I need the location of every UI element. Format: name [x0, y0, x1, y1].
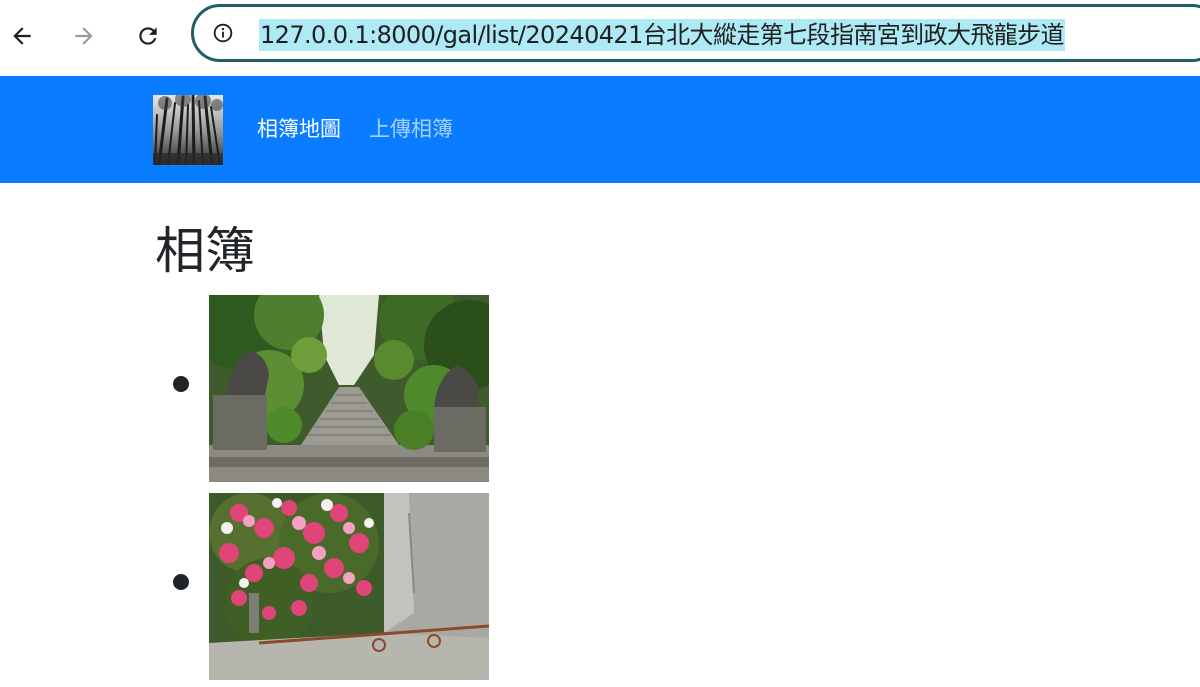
album-thumbnail[interactable]: [209, 295, 489, 482]
arrow-right-icon: [75, 27, 93, 45]
stone-staircase-photo: [209, 295, 489, 482]
arrow-left-icon: [13, 27, 31, 45]
nav-link-upload-album[interactable]: 上傳相簿: [369, 116, 453, 142]
back-button[interactable]: [0, 14, 44, 58]
reload-icon: [139, 27, 157, 45]
page-title: 相簿: [155, 222, 255, 280]
azalea-flowers-photo: [209, 493, 489, 680]
list-bullet: [173, 376, 189, 392]
address-bar[interactable]: 127.0.0.1:8000/gal/list/20240421台北大縱走第七段…: [191, 4, 1200, 62]
info-icon[interactable]: [213, 23, 233, 43]
reload-button[interactable]: [126, 14, 170, 58]
url-text[interactable]: 127.0.0.1:8000/gal/list/20240421台北大縱走第七段…: [259, 19, 1065, 51]
browser-toolbar: 127.0.0.1:8000/gal/list/20240421台北大縱走第七段…: [0, 0, 1200, 76]
list-bullet: [173, 574, 189, 590]
forest-logo[interactable]: [153, 95, 223, 165]
site-navbar: 相簿地圖 上傳相簿: [0, 76, 1200, 183]
forward-button[interactable]: [62, 14, 106, 58]
nav-link-album-map[interactable]: 相簿地圖: [257, 116, 341, 142]
album-thumbnail[interactable]: [209, 493, 489, 680]
